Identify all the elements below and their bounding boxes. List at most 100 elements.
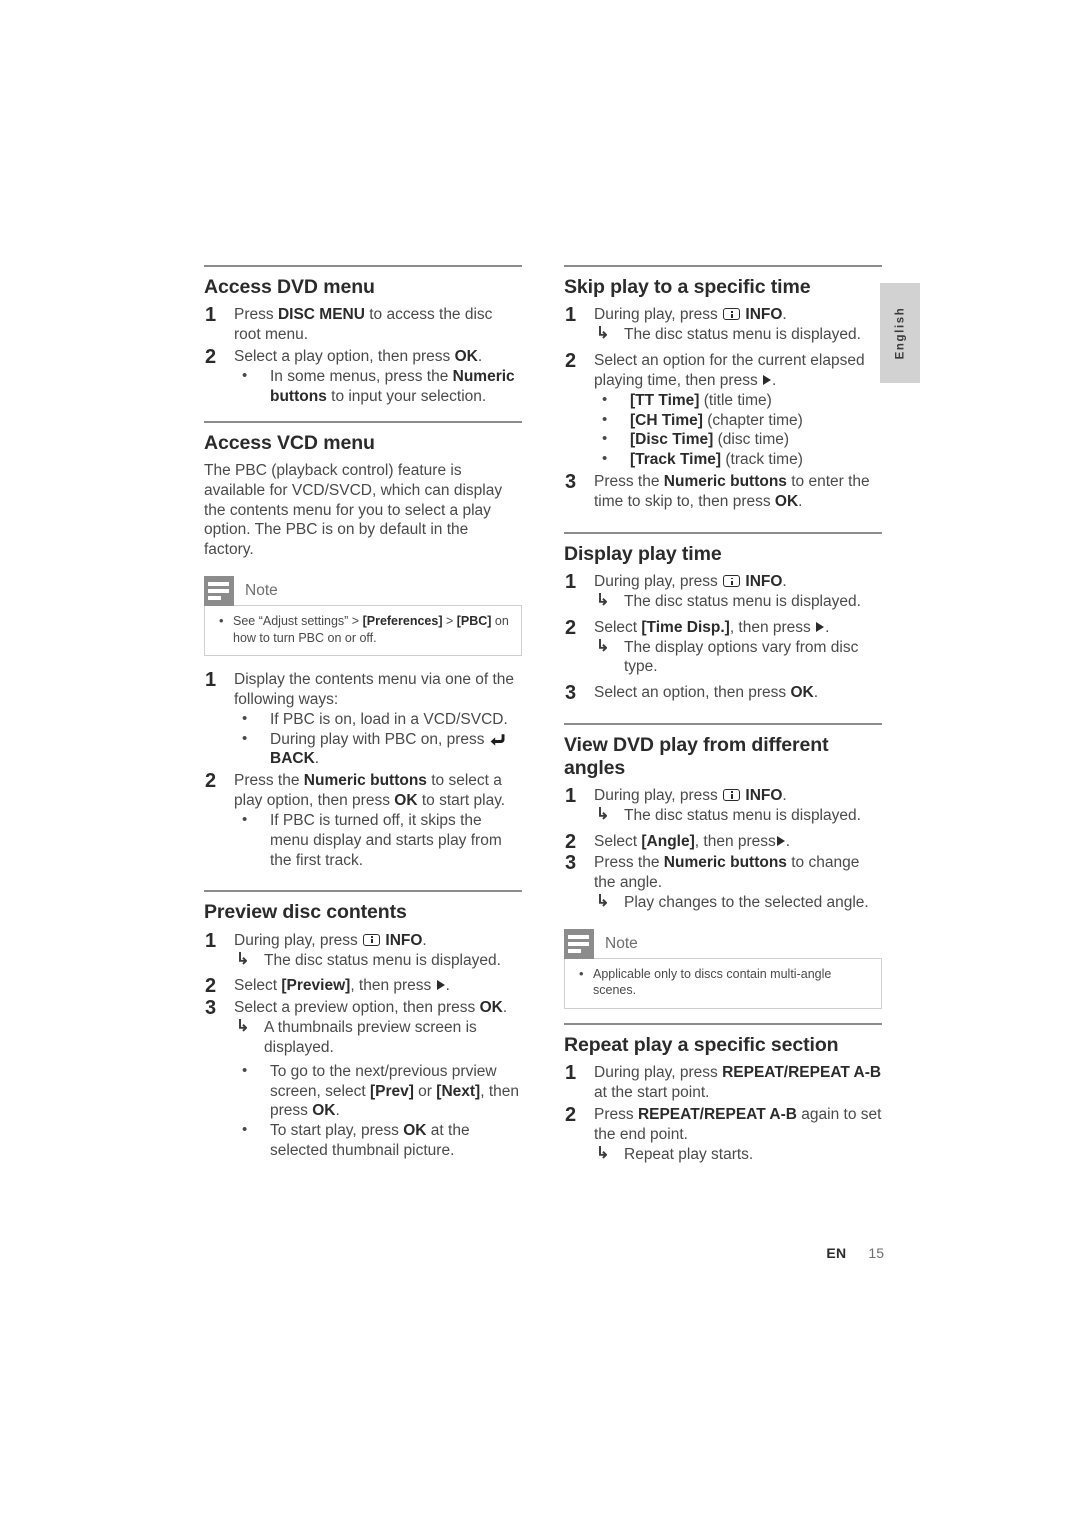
menu-path-emphasis: [TT Time]	[630, 391, 700, 409]
button-name-emphasis: INFO	[745, 306, 783, 324]
info-icon	[363, 933, 381, 946]
result-list: The disc status menu is displayed.	[594, 324, 882, 345]
bullet-text-post: (disc time)	[713, 431, 790, 449]
step-text-pre: During play, press	[594, 786, 723, 804]
step-text-post: , then press	[729, 618, 816, 636]
page-footer: EN 15	[0, 1245, 884, 1261]
page-title: Display play time	[564, 542, 722, 565]
step-text-tail: .	[445, 977, 450, 995]
list-item: To start play, press OK at the selected …	[234, 1120, 522, 1161]
step-text-post: .	[477, 348, 483, 366]
button-name-emphasis: INFO	[745, 573, 783, 591]
right-column: Skip play to a specific time During play…	[564, 265, 882, 1166]
step-text-pre: Press	[594, 1105, 638, 1123]
section-rule	[564, 531, 882, 534]
section-rule	[204, 890, 522, 893]
language-side-tab-label: English	[894, 306, 907, 360]
list-item: Press the Numeric buttons to enter the t…	[564, 470, 882, 512]
note-label: Note	[245, 582, 278, 600]
note-body: Applicable only to discs contain multi-a…	[564, 957, 882, 1009]
list-item: A thumbnails preview screen is displayed…	[234, 1017, 522, 1058]
button-name-emphasis: INFO	[385, 931, 423, 949]
page-title: Preview disc contents	[204, 901, 407, 924]
result-list: Play changes to the selected angle.	[594, 892, 882, 913]
section-rule	[564, 265, 882, 267]
page-title: View DVD play from different angles	[564, 734, 829, 779]
note-list: Applicable only to discs contain multi-a…	[575, 965, 871, 999]
step-text-pre: Select a play option, then press	[234, 348, 455, 366]
step-text: Select an option, then press OK.	[594, 683, 882, 703]
info-icon	[723, 575, 741, 588]
list-item: Press the Numeric buttons to select a pl…	[204, 769, 522, 870]
info-icon	[723, 788, 741, 801]
step-text-tail: .	[772, 371, 777, 389]
step-text: Select [Time Disp.], then press .	[594, 618, 882, 638]
list-item: Select an option, then press OK.	[564, 681, 882, 706]
section-repeat-play-specific-section: Repeat play a specific section During pl…	[564, 1022, 882, 1165]
play-right-icon	[763, 374, 772, 385]
list-item: [CH Time] (chapter time)	[594, 410, 882, 431]
list-item: The display options vary from disc type.	[594, 637, 882, 678]
note-box: Note Applicable only to discs contain mu…	[564, 928, 882, 1009]
list-item: The disc status menu is displayed.	[234, 950, 522, 971]
note-body: See “Adjust settings” > [Preferences] > …	[204, 605, 522, 657]
note-label: Note	[605, 934, 638, 952]
list-item: [TT Time] (title time)	[594, 390, 882, 411]
section-rule	[564, 723, 882, 726]
manual-page: English Access DVD menu Press DISC MENU …	[0, 0, 1080, 1527]
step-text-tail: .	[785, 832, 791, 850]
language-side-tab: English	[880, 283, 920, 383]
button-name-emphasis: REPEAT/REPEAT A-B	[637, 1105, 797, 1123]
step-text-post: .	[813, 684, 819, 702]
bullet-text-post: (chapter time)	[702, 411, 803, 429]
list-item: Applicable only to discs contain multi-a…	[575, 965, 871, 999]
menu-path-emphasis: [Next]	[436, 1082, 481, 1100]
step-text: Press the Numeric buttons to change the …	[594, 853, 882, 893]
back-return-icon	[490, 732, 506, 746]
list-item: During play, press INFO. The disc status…	[564, 570, 882, 612]
list-item: Repeat play starts.	[594, 1144, 882, 1165]
step-text-post: , then press	[694, 832, 776, 850]
button-name-emphasis: OK	[312, 1102, 336, 1120]
step-text-post: .	[782, 306, 787, 324]
step-text: Press the Numeric buttons to select a pl…	[234, 771, 522, 811]
step-text-post: at the start point.	[594, 1084, 710, 1102]
page-title: Access DVD menu	[204, 276, 375, 298]
step-text: Display the contents menu via one of the…	[234, 671, 515, 708]
step-text-pre: During play, press	[594, 573, 723, 591]
list-item: During play, press INFO. The disc status…	[204, 929, 522, 971]
note-icon	[564, 928, 594, 959]
step-list: During play, press REPEAT/REPEAT A-B at …	[564, 1061, 882, 1165]
footer-page-number: 15	[868, 1245, 884, 1261]
step-text-post: .	[502, 999, 508, 1017]
menu-path-emphasis: [Preferences]	[362, 614, 443, 629]
menu-path-emphasis: [PBC]	[456, 614, 492, 629]
step-text: Press DISC MENU to access the disc root …	[234, 305, 522, 345]
note-icon	[204, 576, 234, 607]
step-text: Select [Preview], then press .	[234, 976, 522, 996]
step-text: Select a play option, then press OK.	[234, 347, 522, 367]
button-name-emphasis: Numeric buttons	[663, 854, 787, 872]
list-item: Display the contents menu via one of the…	[204, 668, 522, 769]
step-text-pre: Select a preview option, then press	[234, 999, 480, 1017]
step-text: Press REPEAT/REPEAT A-B again to set the…	[594, 1105, 882, 1145]
section-access-vcd-menu: Access VCD menu The PBC (playback contro…	[204, 420, 522, 871]
result-list: The disc status menu is displayed.	[234, 950, 522, 971]
result-list: The disc status menu is displayed.	[594, 591, 882, 612]
step-text-post: .	[782, 786, 787, 804]
step-text: During play, press INFO.	[234, 931, 522, 951]
step-text-post: , then press	[350, 977, 436, 995]
bullet-list: To go to the next/previous prview screen…	[234, 1061, 522, 1161]
menu-path-emphasis: [CH Time]	[630, 411, 703, 429]
step-text: Select a preview option, then press OK.	[234, 998, 522, 1018]
bullet-text-pre: To start play, press	[270, 1122, 404, 1140]
note-header: Note	[564, 928, 882, 959]
step-text-pre: Select	[594, 618, 642, 636]
step-text-post: to start play.	[417, 792, 506, 810]
step-list: During play, press INFO. The disc status…	[564, 303, 882, 512]
button-name-emphasis: OK	[403, 1122, 427, 1140]
footer-language-code: EN	[826, 1245, 847, 1261]
step-list: Display the contents menu via one of the…	[204, 668, 522, 870]
note-text-pre: See “Adjust settings” >	[233, 614, 363, 629]
left-column: Access DVD menu Press DISC MENU to acces…	[204, 265, 522, 1163]
